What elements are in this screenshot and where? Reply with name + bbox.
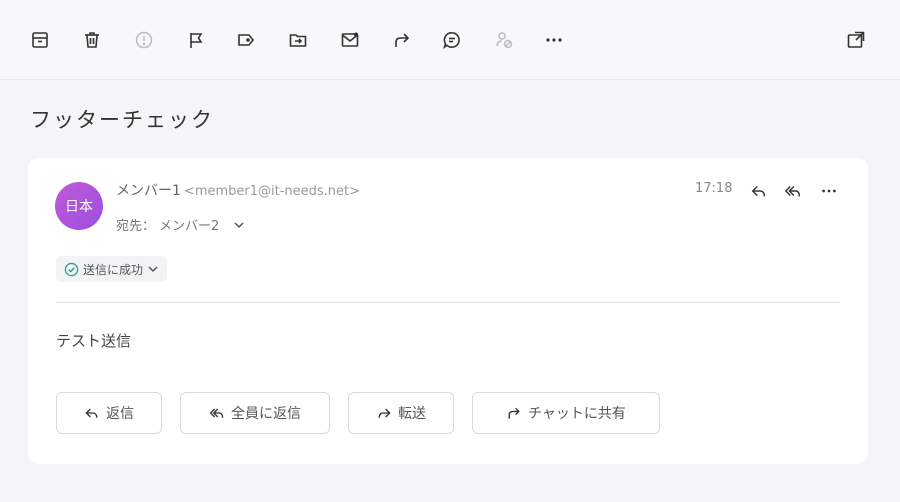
to-label: 宛先： (116, 219, 156, 234)
more-icon[interactable] (542, 28, 566, 52)
forward-button[interactable]: 転送 (348, 392, 454, 434)
archive-icon[interactable] (28, 28, 52, 52)
share-icon (508, 407, 520, 419)
spam-icon[interactable] (132, 28, 156, 52)
avatar-text: 日本 (65, 199, 93, 215)
mail-body: テスト送信 (56, 332, 132, 350)
label-icon[interactable] (234, 28, 258, 52)
divider (56, 302, 840, 303)
reply-icon (85, 408, 98, 418)
flag-icon[interactable] (184, 28, 208, 52)
sender[interactable]: メンバー1 <member1@it-needs.net> (116, 180, 360, 200)
more-options-icon[interactable] (818, 180, 840, 202)
reply-all-button[interactable]: 全員に返信 (180, 392, 330, 434)
mail-app: フッターチェック 日本 メンバー1 <member1@it-needs.net> … (0, 0, 900, 502)
check-circle-icon (64, 262, 79, 276)
message-card: 日本 メンバー1 <member1@it-needs.net> 宛先： メンバー2… (28, 158, 868, 464)
send-status-badge[interactable]: 送信に成功 (56, 256, 168, 282)
recipient-name: メンバー2 (159, 219, 220, 234)
timestamp: 17:18 (695, 181, 733, 196)
send-status-label: 送信に成功 (83, 262, 144, 277)
forward-share-icon[interactable] (390, 28, 414, 52)
avatar[interactable]: 日本 (55, 182, 103, 230)
forward-button-label: 転送 (398, 406, 426, 422)
mail-subject: フッターチェック (30, 108, 214, 132)
sender-name: メンバー1 (116, 183, 181, 199)
reply-icon[interactable] (748, 180, 770, 202)
mark-read-icon[interactable] (338, 28, 362, 52)
sender-email: <member1@it-needs.net> (183, 184, 361, 199)
forward-icon (378, 408, 391, 418)
toolbar (0, 0, 900, 80)
reply-button-label: 返信 (106, 406, 134, 422)
translate-icon[interactable] (492, 28, 516, 52)
chevron-down-icon[interactable] (233, 219, 245, 231)
chevron-down-icon (148, 266, 158, 273)
recipient-line[interactable]: 宛先： メンバー2 (116, 215, 245, 234)
reply-all-icon (209, 408, 224, 418)
move-folder-icon[interactable] (286, 28, 310, 52)
trash-icon[interactable] (80, 28, 104, 52)
reply-button[interactable]: 返信 (56, 392, 162, 434)
share-to-chat-button[interactable]: チャットに共有 (472, 392, 660, 434)
reply-all-icon[interactable] (782, 180, 804, 202)
chat-icon[interactable] (440, 28, 464, 52)
open-window-icon[interactable] (844, 28, 868, 52)
reply-all-button-label: 全員に返信 (231, 406, 301, 422)
share-to-chat-button-label: チャットに共有 (528, 406, 626, 422)
